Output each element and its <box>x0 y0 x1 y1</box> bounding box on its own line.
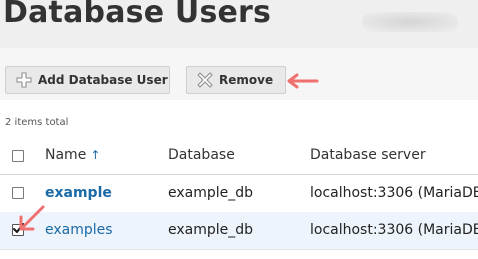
table-row: example example_db localhost:3306 (Maria… <box>0 175 478 213</box>
database-server-cell: localhost:3306 (MariaDB) <box>310 222 478 238</box>
select-all-checkbox[interactable] <box>12 150 24 162</box>
row-checkbox[interactable] <box>12 187 24 199</box>
remove-button[interactable]: Remove <box>186 66 286 94</box>
column-name-label: Name <box>45 147 87 163</box>
redacted-area <box>362 12 458 32</box>
red-arrow-icon <box>19 205 45 231</box>
page-header: Database Users <box>0 0 478 48</box>
x-icon <box>197 72 213 88</box>
database-cell: example_db <box>168 185 254 201</box>
sort-ascending-icon: ↑ <box>90 148 101 162</box>
toolbar: Add Database User Remove <box>0 48 478 100</box>
column-database-server: Database server <box>310 147 426 163</box>
column-name[interactable]: Name ↑ <box>45 147 100 163</box>
user-name-link[interactable]: example <box>45 185 112 201</box>
table-row: examples example_db localhost:3306 (Mari… <box>0 212 478 250</box>
database-server-cell: localhost:3306 (MariaDB) <box>310 185 478 201</box>
user-name-link[interactable]: examples <box>45 222 113 238</box>
red-arrow-icon <box>287 73 319 89</box>
plus-icon <box>16 72 32 88</box>
remove-label: Remove <box>219 73 274 87</box>
page-title: Database Users <box>3 0 272 30</box>
add-database-user-button[interactable]: Add Database User <box>5 66 170 94</box>
items-total: 2 items total <box>5 117 69 128</box>
database-cell: example_db <box>168 222 254 238</box>
column-database: Database <box>168 147 235 163</box>
add-database-user-label: Add Database User <box>38 73 168 87</box>
table-header: Name ↑ Database Database server <box>0 136 478 175</box>
